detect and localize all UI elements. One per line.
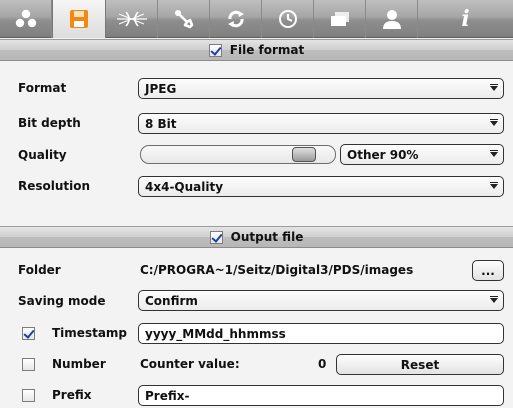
- number-label: Number: [52, 357, 106, 371]
- saving-mode-select[interactable]: Confirm: [138, 290, 504, 311]
- reset-counter-button[interactable]: Reset: [336, 354, 504, 375]
- timestamp-checkbox[interactable]: [22, 327, 35, 340]
- saving-mode-label: Saving mode: [18, 294, 106, 308]
- saving-mode-value: Confirm: [145, 293, 198, 308]
- lens-tab[interactable]: [106, 0, 158, 38]
- windows-tab[interactable]: [314, 0, 366, 38]
- quality-slider-thumb[interactable]: [292, 147, 317, 162]
- format-label: Format: [18, 81, 67, 95]
- lens-icon: [116, 11, 147, 27]
- output-file-header: Output file: [0, 226, 513, 248]
- timestamp-format-value: yyyy_MMdd_hhmmss: [145, 326, 286, 341]
- main-toolbar: i: [0, 0, 513, 38]
- user-icon: [382, 10, 401, 29]
- info-icon: i: [461, 6, 470, 32]
- resolution-select[interactable]: 4x4-Quality: [138, 176, 504, 197]
- dropdown-arrow-icon[interactable]: [485, 114, 503, 133]
- clock-tab[interactable]: [262, 0, 314, 38]
- dropdown-arrow-icon[interactable]: [485, 177, 503, 196]
- format-value: JPEG: [145, 81, 177, 96]
- save-icon: [70, 10, 88, 28]
- dropdown-arrow-icon[interactable]: [485, 291, 503, 310]
- dropdown-arrow-icon[interactable]: [485, 145, 503, 164]
- browse-folder-button[interactable]: ...: [472, 260, 504, 281]
- shapes-tab[interactable]: [0, 0, 52, 38]
- file-format-header: File format: [0, 39, 513, 61]
- prefix-checkbox[interactable]: [22, 389, 35, 402]
- file-format-title: File format: [229, 43, 305, 57]
- format-select[interactable]: JPEG: [138, 78, 504, 99]
- folder-path: C:/PROGRA~1/Seitz/Digital3/PDS/images: [140, 263, 414, 277]
- prefix-value: Prefix-: [145, 388, 190, 403]
- timestamp-label: Timestamp: [52, 326, 128, 340]
- bit-depth-label: Bit depth: [18, 116, 81, 130]
- user-tab[interactable]: [366, 0, 418, 38]
- tools-tab[interactable]: [158, 0, 210, 38]
- refresh-tab[interactable]: [210, 0, 262, 38]
- output-file-checkbox[interactable]: [209, 230, 223, 244]
- number-checkbox[interactable]: [22, 358, 35, 371]
- quality-slider[interactable]: [140, 145, 336, 164]
- quality-value: Other 90%: [347, 147, 419, 162]
- file-format-checkbox[interactable]: [208, 43, 222, 57]
- bit-depth-select[interactable]: 8 Bit: [138, 113, 504, 134]
- quality-select[interactable]: Other 90%: [340, 144, 504, 165]
- clock-icon: [278, 10, 297, 28]
- shapes-icon: [15, 9, 36, 28]
- refresh-icon: [227, 10, 244, 28]
- prefix-label: Prefix: [52, 388, 92, 402]
- output-file-title: Output file: [230, 230, 304, 244]
- counter-value: 0: [318, 357, 327, 371]
- resolution-value: 4x4-Quality: [145, 179, 224, 194]
- info-tab[interactable]: i: [418, 0, 513, 38]
- dropdown-arrow-icon[interactable]: [485, 79, 503, 98]
- timestamp-format-field[interactable]: yyyy_MMdd_hhmmss: [138, 323, 504, 344]
- folder-label: Folder: [18, 263, 61, 277]
- counter-value-label: Counter value:: [140, 357, 240, 371]
- windows-icon: [330, 12, 349, 26]
- prefix-field[interactable]: Prefix-: [138, 385, 504, 406]
- save-tab[interactable]: [52, 0, 106, 38]
- resolution-label: Resolution: [18, 179, 91, 193]
- bit-depth-value: 8 Bit: [145, 116, 177, 131]
- quality-label: Quality: [18, 148, 67, 162]
- wrench-icon: [174, 10, 193, 29]
